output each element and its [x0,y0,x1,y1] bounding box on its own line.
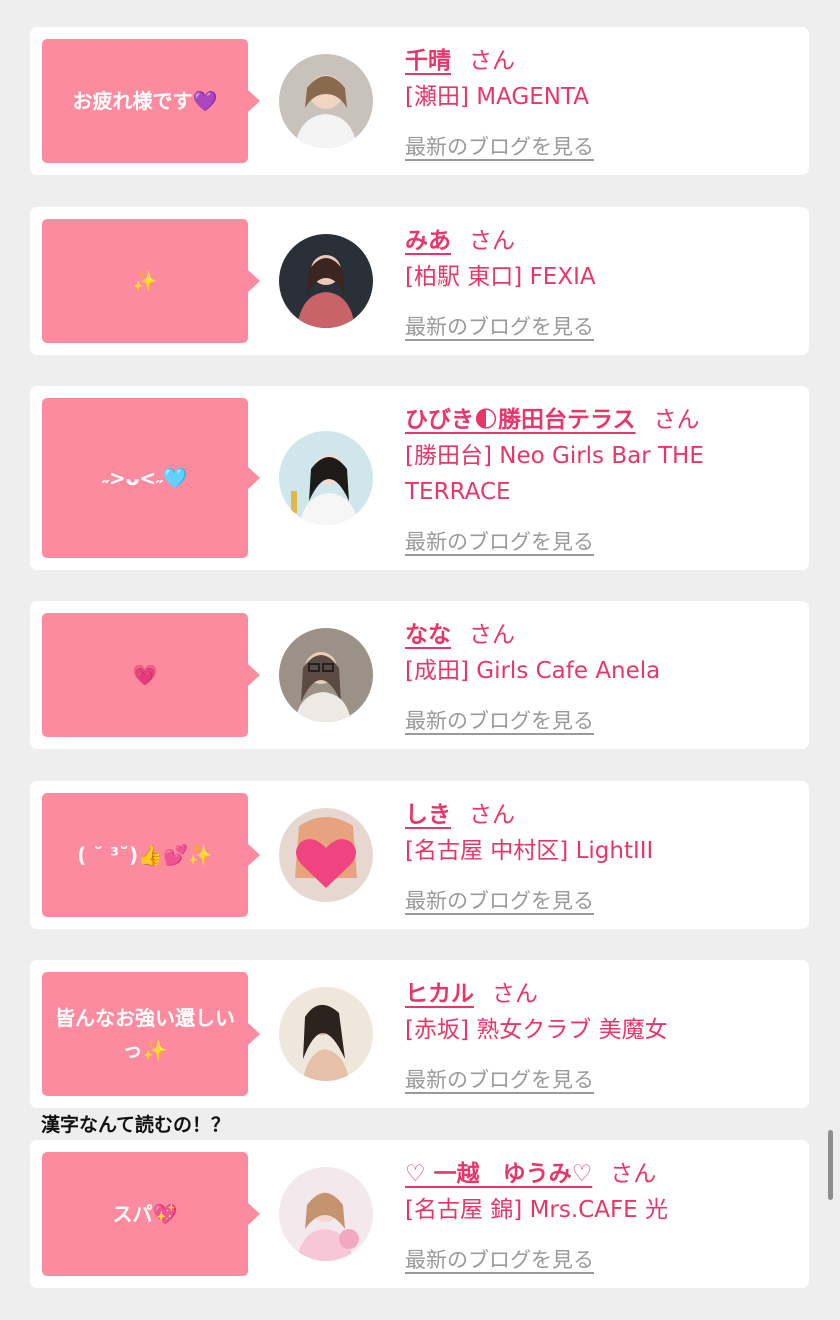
name-line: なな さん [405,615,515,649]
message-bubble: 💗 [42,613,260,737]
honorific: さん [492,981,538,1007]
avatar[interactable] [279,234,373,328]
latest-blog-link[interactable]: 最新のブログを見る [405,526,594,556]
latest-blog-link[interactable]: 最新のブログを見る [405,705,594,735]
shop-info: [名古屋 錦] Mrs.CAFE 光 [405,1197,669,1223]
girl-card[interactable]: ✨ みあ さん [柏駅 東口] FEXIA 最新のブログを見る [30,207,809,355]
shop-info: [柏駅 東口] FEXIA [405,264,596,290]
shop-info: [勝田台] Neo Girls Bar THE TERRACE [405,443,704,505]
avatar[interactable] [279,1167,373,1261]
girl-name-link[interactable]: ひびき🌓勝田台テラス [405,407,636,433]
latest-blog-link[interactable]: 最新のブログを見る [405,311,594,341]
woman-photo-avatar-icon [279,234,373,328]
scrollbar[interactable] [828,1130,833,1200]
woman-photo-avatar-icon [279,987,373,1081]
girl-card[interactable]: スパ💖 ♡ 一越 ゆうみ♡ さん [名古屋 錦] Mrs.CAFE 光 最新のブロ… [30,1140,809,1288]
honorific: さん [469,622,515,648]
girl-card[interactable]: ˶>ᴗ<˶🩵 ひびき🌓勝田台テラス さん [勝田台] Neo Girls Bar … [30,386,809,570]
girl-name-link[interactable]: みあ [405,228,451,254]
honorific: さん [469,48,515,74]
avatar[interactable] [279,54,373,148]
latest-blog-link[interactable]: 最新のブログを見る [405,1064,594,1094]
shop-info: [成田] Girls Cafe Anela [405,658,661,684]
woman-photo-avatar-icon [279,54,373,148]
shop-info: [名古屋 中村区] LightIII [405,838,654,864]
message-bubble: ( ˘ ³˘)👍💕✨ [42,793,260,917]
message-bubble: お疲れ様です💜 [42,39,260,163]
woman-photo-avatar-icon [279,1167,373,1261]
woman-photo-avatar-icon [279,628,373,722]
girl-name-link[interactable]: しき [405,802,451,828]
girl-card[interactable]: 💗 なな さん [成田] Girls Cafe Anela 最新のブログを見る [30,601,809,749]
message-bubble: 皆んなお強い還しいっ✨ [42,972,260,1096]
latest-blog-link[interactable]: 最新のブログを見る [405,131,594,161]
message-bubble: スパ💖 [42,1152,260,1276]
honorific: さん [469,228,515,254]
latest-blog-link[interactable]: 最新のブログを見る [405,885,594,915]
shop-info: [瀬田] MAGENTA [405,84,589,110]
overlay-comment: 漢字なんて読むの！？ [41,1114,231,1136]
girl-name-link[interactable]: ヒカル [405,981,474,1007]
name-line: ♡ 一越 ゆうみ♡ さん [405,1154,656,1188]
name-line: みあ さん [405,221,515,255]
avatar[interactable] [279,431,373,525]
message-bubble: ✨ [42,219,260,343]
girl-card[interactable]: 皆んなお強い還しいっ✨ ヒカル さん [赤坂] 熟女クラブ 美魔女 最新のブログを… [30,960,809,1108]
name-line: しき さん [405,795,515,829]
honorific: さん [610,1161,657,1187]
avatar[interactable] [279,987,373,1081]
message-bubble: ˶>ᴗ<˶🩵 [42,398,260,558]
latest-blog-link[interactable]: 最新のブログを見る [405,1244,594,1274]
girl-name-link[interactable]: 千晴 [405,48,451,74]
name-line: ヒカル さん [405,974,538,1008]
name-line: ひびき🌓勝田台テラス さん [405,400,700,434]
honorific: さん [653,407,700,433]
girl-card[interactable]: お疲れ様です💜 千晴 さん [瀬田] MAGENTA 最新のブログを見る [30,27,809,175]
woman-photo-avatar-icon [279,431,373,525]
girl-name-link[interactable]: ♡ 一越 ゆうみ♡ [405,1161,592,1187]
blog-feed: お疲れ様です💜 千晴 さん [瀬田] MAGENTA 最新のブログを見る ✨ みあ… [0,0,840,1320]
honorific: さん [469,802,515,828]
shop-info: [赤坂] 熟女クラブ 美魔女 [405,1017,668,1043]
avatar[interactable] [279,628,373,722]
girl-card[interactable]: ( ˘ ³˘)👍💕✨ しき さん [名古屋 中村区] LightIII 最新のブロ… [30,781,809,929]
heart-avatar-icon [279,808,373,902]
avatar[interactable] [279,808,373,902]
name-line: 千晴 さん [405,41,515,75]
girl-name-link[interactable]: なな [405,622,451,648]
